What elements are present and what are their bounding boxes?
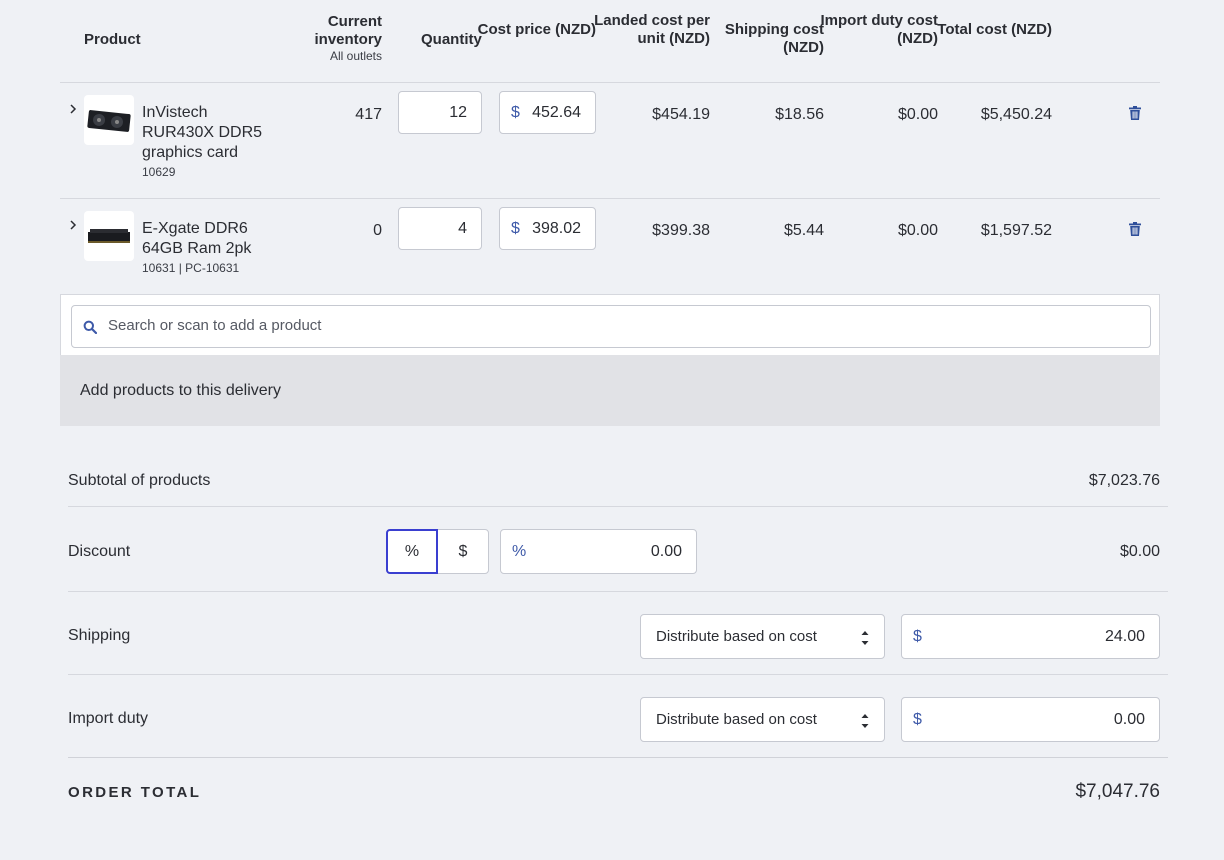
shipping-amount-value: 24.00 [1104, 628, 1145, 645]
total-cost-value: $1,597.52 [980, 222, 1052, 239]
add-products-panel: Add products to this delivery [60, 355, 1160, 426]
import-duty-method-value: Distribute based on cost [656, 711, 817, 728]
discount-dollar-toggle[interactable]: $ [437, 529, 489, 574]
cost-price-value: 452.64 [532, 104, 581, 121]
shipping-cost-value: $18.56 [775, 106, 824, 123]
discount-input-value: 0.00 [650, 543, 682, 560]
currency-symbol: $ [511, 104, 520, 121]
product-name-text: InVistech RUR430X DDR5 graphics card [142, 104, 263, 161]
order-total-label: ORDER TOTAL [68, 784, 202, 801]
header-import-duty: Import duty cost (NZD) [820, 12, 938, 47]
landed-cost-value: $454.19 [652, 106, 710, 123]
ram-module-image [84, 211, 134, 261]
discount-input[interactable]: % 0.00 [500, 529, 697, 574]
cost-price-value: 398.02 [532, 220, 581, 237]
product-name[interactable]: E-Xgate DDR6 64GB Ram 2pk 10631 | PC-106… [142, 219, 282, 276]
total-cost-value: $5,450.24 [980, 106, 1052, 123]
shipping-row: Shipping Distribute based on cost $ 24.0… [68, 592, 1168, 675]
landed-cost-value: $399.38 [652, 222, 710, 239]
product-sku: 10629 [142, 165, 176, 179]
shipping-method-value: Distribute based on cost [656, 628, 817, 645]
discount-label: Discount [68, 543, 131, 560]
inventory-value: 417 [355, 106, 382, 123]
shipping-cost-value: $5.44 [783, 222, 824, 239]
header-product: Product [84, 31, 141, 48]
table-row: InVistech RUR430X DDR5 graphics card 106… [60, 83, 1160, 199]
select-arrows-icon [861, 714, 869, 728]
cost-price-input[interactable]: $ 452.64 [499, 91, 596, 134]
subtotal-value: $7,023.76 [1088, 472, 1160, 489]
import-duty-amount-value: 0.00 [1113, 711, 1145, 728]
currency-symbol: $ [913, 628, 922, 645]
import-duty-label: Import duty [68, 710, 149, 727]
quantity-input[interactable]: 12 [398, 91, 482, 134]
header-inventory-label: Current inventory [314, 13, 382, 48]
subtotal-row: Subtotal of products $7,023.76 [68, 445, 1168, 507]
header-inventory: Current inventory All outlets [262, 13, 382, 63]
header-quantity: Quantity [421, 31, 482, 48]
header-shipping-cost: Shipping cost (NZD) [724, 21, 824, 56]
order-total-value: $7,047.76 [1075, 781, 1160, 802]
trash-icon[interactable] [1129, 106, 1141, 120]
chevron-right-icon[interactable] [68, 219, 78, 231]
table-row: E-Xgate DDR6 64GB Ram 2pk 10631 | PC-106… [60, 199, 1160, 294]
import-duty-row: Import duty Distribute based on cost $ 0… [68, 675, 1168, 758]
add-products-label: Add products to this delivery [80, 382, 281, 399]
chevron-right-icon[interactable] [68, 103, 78, 115]
header-inventory-sub: All outlets [329, 49, 382, 63]
product-table-header: Product Current inventory All outlets Qu… [60, 0, 1160, 83]
header-cost-price: Cost price (NZD) [477, 21, 596, 38]
import-duty-amount-input[interactable]: $ 0.00 [901, 697, 1160, 742]
import-duty-value: $0.00 [897, 106, 938, 123]
search-icon [83, 320, 97, 334]
product-search-panel: Search or scan to add a product [60, 294, 1160, 356]
currency-symbol: $ [511, 220, 520, 237]
shipping-amount-input[interactable]: $ 24.00 [901, 614, 1160, 659]
shipping-label: Shipping [68, 627, 131, 644]
product-sku: 10631 | PC-10631 [142, 261, 240, 275]
shipping-method-select[interactable]: Distribute based on cost [640, 614, 885, 659]
header-landed-cost: Landed cost per unit (NZD) [594, 12, 710, 47]
trash-icon[interactable] [1129, 222, 1141, 236]
discount-percent-toggle[interactable]: % [386, 529, 438, 574]
product-name-text: E-Xgate DDR6 64GB Ram 2pk [142, 220, 252, 257]
discount-value: $0.00 [1119, 543, 1160, 560]
discount-input-prefix: % [512, 543, 527, 560]
subtotal-label: Subtotal of products [68, 472, 211, 489]
search-input[interactable]: Search or scan to add a product [71, 305, 1151, 348]
currency-symbol: $ [913, 711, 922, 728]
graphics-card-image [84, 95, 134, 145]
select-arrows-icon [861, 631, 869, 645]
header-total-cost: Total cost (NZD) [937, 21, 1052, 38]
import-duty-method-select[interactable]: Distribute based on cost [640, 697, 885, 742]
quantity-input[interactable]: 4 [398, 207, 482, 250]
order-total-row: ORDER TOTAL $7,047.76 [68, 758, 1168, 828]
inventory-value: 0 [373, 222, 382, 239]
product-name[interactable]: InVistech RUR430X DDR5 graphics card 106… [142, 103, 282, 180]
import-duty-value: $0.00 [897, 222, 938, 239]
discount-row: Discount % $ % 0.00 $0.00 [68, 507, 1168, 592]
search-placeholder: Search or scan to add a product [108, 317, 322, 334]
cost-price-input[interactable]: $ 398.02 [499, 207, 596, 250]
